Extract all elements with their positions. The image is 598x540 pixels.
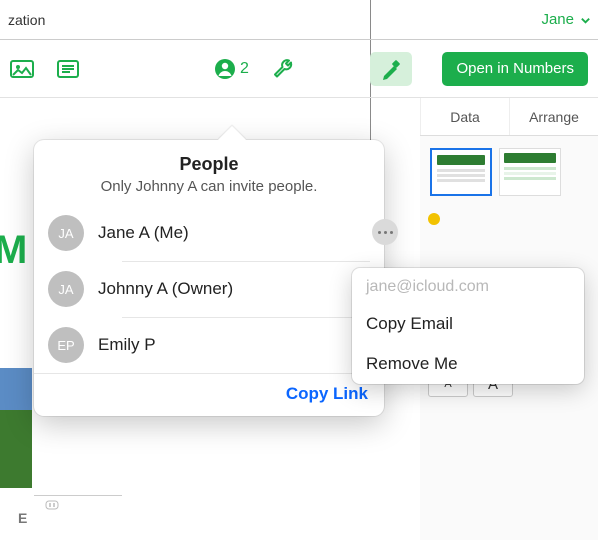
- person-name: Emily P: [98, 335, 156, 355]
- presence-dots: [428, 213, 590, 225]
- text-icon: [56, 58, 80, 80]
- tab-data[interactable]: Data: [420, 98, 509, 135]
- collaboration-button[interactable]: 2: [214, 58, 249, 80]
- avatar: JA: [48, 271, 84, 307]
- insert-media-button[interactable]: [10, 58, 34, 80]
- inspector-tabs: Data Arrange: [420, 98, 598, 136]
- person-row[interactable]: JA Jane A (Me): [34, 205, 384, 261]
- presence-dot-yellow: [428, 213, 440, 225]
- popover-subtitle: Only Johnny A can invite people.: [52, 178, 366, 195]
- column-label: E: [18, 510, 27, 526]
- format-panel-toggle[interactable]: [370, 52, 412, 86]
- menu-copy-email[interactable]: Copy Email: [352, 304, 584, 344]
- avatar: EP: [48, 327, 84, 363]
- person-name: Jane A (Me): [98, 223, 189, 243]
- person-email: jane@icloud.com: [352, 268, 584, 304]
- canvas-text-fragment: M: [0, 228, 27, 273]
- sheet-canvas-edge: M E: [0, 98, 34, 540]
- open-button-label: Open in Numbers: [456, 60, 574, 77]
- popover-title: People: [52, 154, 366, 175]
- person-name: Johnny A (Owner): [98, 279, 233, 299]
- copy-link-button[interactable]: Copy Link: [286, 384, 368, 403]
- chevron-down-icon: [580, 15, 590, 25]
- column-ruler: [34, 495, 122, 496]
- people-list: JA Jane A (Me) JA Johnny A (Owner) EP Em…: [34, 205, 384, 373]
- tab-arrange[interactable]: Arrange: [509, 98, 598, 135]
- insert-textbox-button[interactable]: [56, 58, 80, 80]
- current-user-menu[interactable]: Jane: [541, 11, 590, 28]
- person-row[interactable]: JA Johnny A (Owner): [34, 261, 384, 317]
- collaboration-count: 2: [240, 60, 249, 78]
- wrench-icon: [271, 57, 295, 81]
- avatar: JA: [48, 215, 84, 251]
- current-user-name: Jane: [541, 11, 574, 28]
- tools-button[interactable]: [271, 57, 295, 81]
- open-in-numbers-button[interactable]: Open in Numbers: [442, 52, 588, 86]
- menu-remove-me[interactable]: Remove Me: [352, 344, 584, 384]
- paintbrush-icon: [380, 58, 402, 80]
- image-icon: [10, 58, 34, 80]
- document-title-fragment: zation: [8, 12, 45, 28]
- person-context-menu: jane@icloud.com Copy Email Remove Me: [352, 268, 584, 384]
- column-resize-handle[interactable]: [44, 498, 60, 510]
- person-row[interactable]: EP Emily P: [34, 317, 384, 373]
- titlebar: zation Jane: [0, 0, 598, 40]
- person-icon: [214, 58, 236, 80]
- table-style-thumb[interactable]: [499, 148, 561, 196]
- canvas-image-fragment: [0, 368, 32, 488]
- table-style-thumb[interactable]: [430, 148, 492, 196]
- people-popover: People Only Johnny A can invite people. …: [34, 140, 384, 416]
- toolbar: 2 Open in Numbers: [0, 40, 598, 98]
- more-options-button[interactable]: [372, 219, 398, 245]
- table-style-thumbnails: [428, 144, 590, 203]
